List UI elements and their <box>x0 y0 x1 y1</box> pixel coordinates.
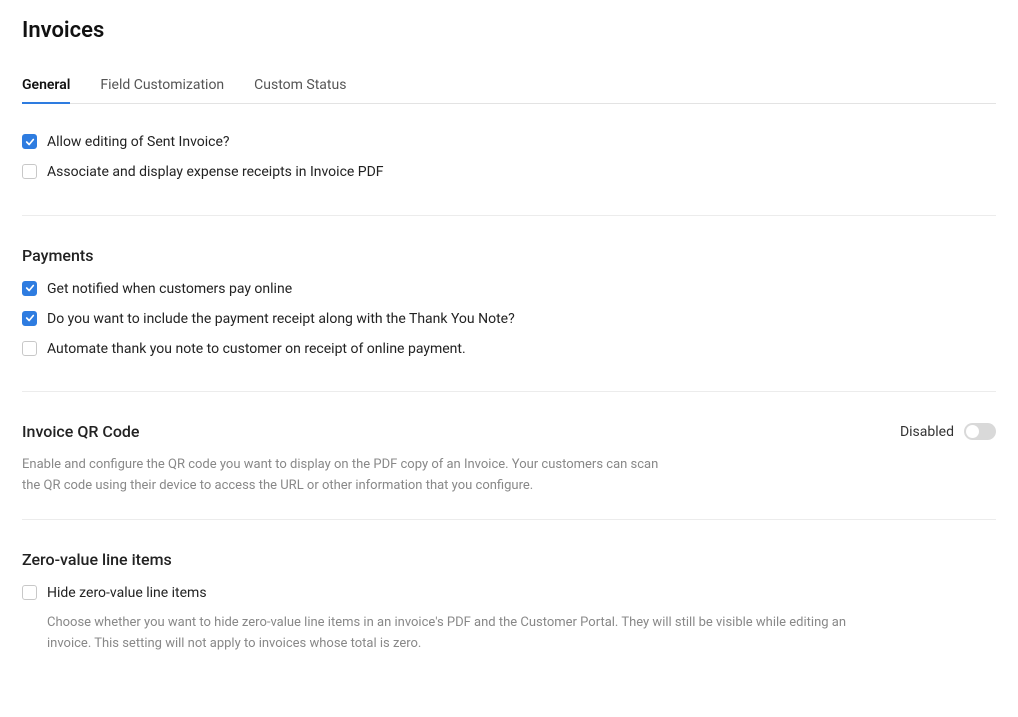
checkbox-automate-thank-you[interactable] <box>22 341 37 356</box>
toggle-knob <box>966 425 979 438</box>
section-title-payments: Payments <box>22 246 996 265</box>
option-associate-expense-receipts: Associate and display expense receipts i… <box>22 162 996 182</box>
qr-description: Enable and configure the QR code you wan… <box>22 455 662 497</box>
qr-toggle[interactable] <box>964 423 996 440</box>
checkbox-associate-expense-receipts[interactable] <box>22 164 37 179</box>
tabs-bar: General Field Customization Custom Statu… <box>22 71 996 104</box>
checkbox-allow-editing-sent[interactable] <box>22 134 37 149</box>
check-icon <box>25 313 35 323</box>
label-notify-pay-online: Get notified when customers pay online <box>47 279 292 299</box>
section-title-zero-value: Zero-value line items <box>22 550 996 569</box>
checkbox-include-receipt-thankyou[interactable] <box>22 311 37 326</box>
section-zero-value: Zero-value line items Hide zero-value li… <box>22 542 996 677</box>
section-invoice-qr-code: Invoice QR Code Disabled Enable and conf… <box>22 414 996 520</box>
option-notify-pay-online: Get notified when customers pay online <box>22 279 996 299</box>
section-title-qr-code: Invoice QR Code <box>22 422 140 441</box>
qr-toggle-wrap: Disabled <box>900 423 996 440</box>
label-include-receipt-thankyou: Do you want to include the payment recei… <box>47 309 515 329</box>
check-icon <box>25 137 35 147</box>
option-hide-zero-value: Hide zero-value line items <box>22 583 996 603</box>
tab-field-customization[interactable]: Field Customization <box>100 71 224 103</box>
label-hide-zero-value: Hide zero-value line items <box>47 583 207 603</box>
section-payments: Payments Get notified when customers pay… <box>22 238 996 393</box>
label-allow-editing-sent: Allow editing of Sent Invoice? <box>47 132 230 152</box>
label-associate-expense-receipts: Associate and display expense receipts i… <box>47 162 384 182</box>
tab-custom-status[interactable]: Custom Status <box>254 71 346 103</box>
option-automate-thank-you: Automate thank you note to customer on r… <box>22 339 996 359</box>
tab-general[interactable]: General <box>22 71 70 103</box>
check-icon <box>25 283 35 293</box>
page-title: Invoices <box>22 18 996 43</box>
section-top-options: Allow editing of Sent Invoice? Associate… <box>22 124 996 216</box>
option-include-receipt-thankyou: Do you want to include the payment recei… <box>22 309 996 329</box>
option-allow-editing-sent: Allow editing of Sent Invoice? <box>22 132 996 152</box>
checkbox-hide-zero-value[interactable] <box>22 585 37 600</box>
qr-toggle-label: Disabled <box>900 424 954 440</box>
checkbox-notify-pay-online[interactable] <box>22 281 37 296</box>
label-automate-thank-you: Automate thank you note to customer on r… <box>47 339 466 359</box>
zero-value-description: Choose whether you want to hide zero-val… <box>47 613 867 655</box>
